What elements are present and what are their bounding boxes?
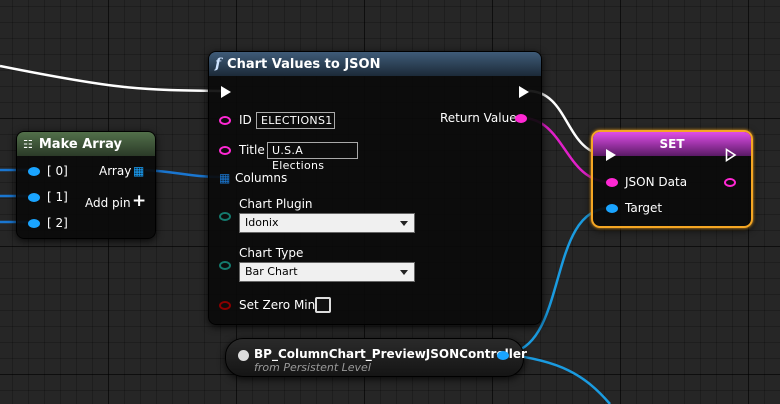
controller-reference-node[interactable]: BP_ColumnChart_PreviewJSONController fro… — [225, 338, 527, 377]
id-input[interactable]: ELECTIONS1 — [256, 112, 335, 129]
set-zero-min-pin[interactable] — [219, 301, 231, 310]
chart-values-to-json-node[interactable]: f Chart Values to JSON ID ELECTIONS1 Ret… — [208, 51, 542, 325]
reference-icon — [238, 350, 249, 361]
chart-plugin-label: Chart Plugin — [239, 197, 313, 211]
chart-plugin-value: Idonix — [245, 216, 279, 229]
title-pin[interactable] — [219, 146, 231, 155]
set-zero-min-label: Set Zero Min — [239, 298, 316, 312]
make-array-header[interactable]: ☷ Make Array — [17, 132, 155, 156]
chart-type-label: Chart Type — [239, 246, 304, 260]
controller-output-pin[interactable] — [497, 351, 509, 360]
set-node-title: SET — [659, 137, 685, 151]
columns-pin[interactable]: ▦ — [219, 171, 230, 185]
exec-out-pin[interactable] — [519, 86, 529, 98]
make-array-node[interactable]: ☷ Make Array [ 0] [ 1] [ 2] Array ▦ Add … — [16, 131, 156, 239]
exec-wire-in — [0, 64, 225, 93]
exec-in-pin[interactable] — [221, 86, 231, 98]
array-element-pin-1[interactable] — [28, 193, 40, 202]
id-pin[interactable] — [219, 116, 231, 125]
array-output-pin[interactable]: ▦ — [133, 164, 144, 178]
json-data-label: JSON Data — [625, 175, 688, 189]
set-zero-min-checkbox[interactable] — [315, 297, 331, 313]
title-input[interactable]: U.S.A Elections — [267, 142, 358, 172]
array-element-label-0: [ 0] — [47, 164, 68, 178]
array-element-label-1: [ 1] — [47, 190, 68, 204]
chart-plugin-dropdown[interactable]: Idonix — [239, 213, 415, 233]
array-element-pin-2[interactable] — [28, 219, 40, 228]
chart-type-value: Bar Chart — [245, 265, 298, 278]
chart-type-dropdown[interactable]: Bar Chart — [239, 262, 415, 282]
return-value-pin[interactable] — [515, 114, 527, 123]
array-element-pin-0[interactable] — [28, 167, 40, 176]
target-pin[interactable] — [606, 204, 618, 213]
chart-node-header[interactable]: f Chart Values to JSON — [209, 52, 541, 76]
make-array-title: Make Array — [38, 136, 122, 152]
controller-name: BP_ColumnChart_PreviewJSONController — [254, 347, 527, 361]
plus-icon[interactable]: + — [132, 191, 146, 211]
return-value-label: Return Value — [440, 111, 517, 125]
function-icon: f — [215, 56, 222, 72]
title-label: Title — [239, 143, 265, 157]
set-exec-in-pin[interactable] — [606, 149, 616, 161]
json-data-out-pin[interactable] — [724, 178, 736, 187]
chevron-down-icon — [400, 270, 408, 275]
chevron-down-icon — [400, 221, 408, 226]
chart-plugin-pin[interactable] — [219, 212, 231, 221]
chart-node-title: Chart Values to JSON — [227, 56, 381, 72]
chart-type-pin[interactable] — [219, 261, 231, 270]
controller-subtitle: from Persistent Level — [254, 361, 371, 374]
array-output-label: Array — [99, 164, 132, 178]
add-pin-button[interactable]: Add pin — [85, 196, 131, 210]
columns-label: Columns — [235, 171, 288, 185]
target-label: Target — [625, 201, 663, 215]
json-data-pin[interactable] — [606, 178, 618, 187]
set-node[interactable]: SET JSON Data Target — [591, 130, 753, 228]
set-exec-out-pin[interactable] — [725, 148, 737, 162]
id-label: ID — [239, 113, 252, 127]
array-element-label-2: [ 2] — [47, 216, 68, 230]
array-grid-icon: ☷ — [23, 137, 33, 151]
